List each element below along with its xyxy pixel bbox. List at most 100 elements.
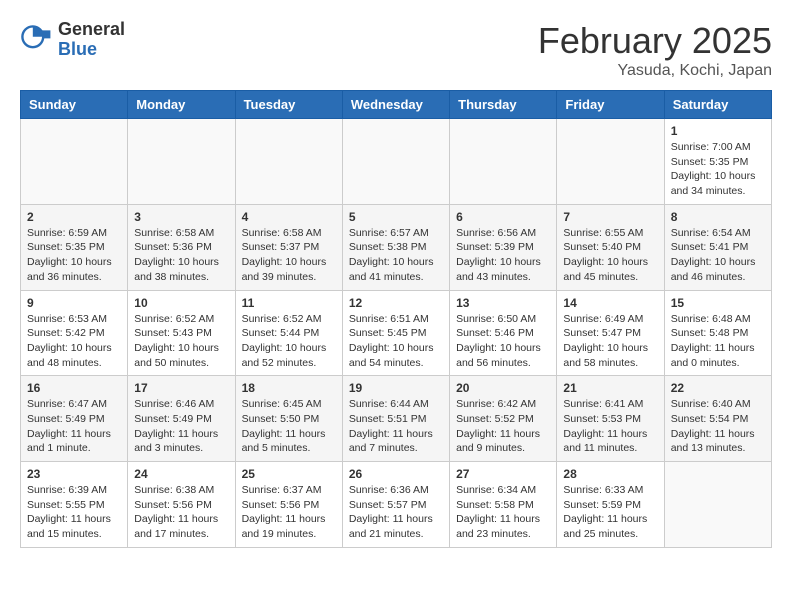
calendar-cell: 7Sunrise: 6:55 AM Sunset: 5:40 PM Daylig… xyxy=(557,204,664,290)
calendar-cell: 20 Sunrise: 6:42 AM Sunset: 5:52 PM Dayli… xyxy=(450,376,557,462)
calendar-cell: 1 Sunrise: 7:00 AM Sunset: 5:35 PM Daylig… xyxy=(664,119,771,205)
day-number: 15 xyxy=(671,296,765,310)
day-info: Sunrise: 6:55 AM Sunset: 5:40 PM Dayligh… xyxy=(563,226,657,285)
calendar-cell: 25Sunrise: 6:37 AM Sunset: 5:56 PM Dayli… xyxy=(235,462,342,548)
day-number: 11 xyxy=(242,296,336,310)
day-number: 19 xyxy=(349,381,443,395)
day-info: Sunrise: 6:53 AM Sunset: 5:42 PM Dayligh… xyxy=(27,312,121,371)
weekday-header-friday: Friday xyxy=(557,91,664,119)
calendar-cell: 3Sunrise: 6:58 AM Sunset: 5:36 PM Daylig… xyxy=(128,204,235,290)
calendar-week-row: 23Sunrise: 6:39 AM Sunset: 5:55 PM Dayli… xyxy=(21,462,772,548)
day-info: Sunrise: 6:58 AM Sunset: 5:37 PM Dayligh… xyxy=(242,226,336,285)
day-number: 16 xyxy=(27,381,121,395)
logo-icon xyxy=(20,24,52,56)
day-info: Sunrise: 6:52 AM Sunset: 5:43 PM Dayligh… xyxy=(134,312,228,371)
calendar-cell: 12Sunrise: 6:51 AM Sunset: 5:45 PM Dayli… xyxy=(342,290,449,376)
day-number: 4 xyxy=(242,210,336,224)
day-info: Sunrise: 6:44 AM Sunset: 5:51 PM Dayligh… xyxy=(349,397,443,456)
day-number: 9 xyxy=(27,296,121,310)
calendar-cell: 21Sunrise: 6:41 AM Sunset: 5:53 PM Dayli… xyxy=(557,376,664,462)
day-number: 28 xyxy=(563,467,657,481)
calendar-cell: 5Sunrise: 6:57 AM Sunset: 5:38 PM Daylig… xyxy=(342,204,449,290)
calendar-cell: 6 Sunrise: 6:56 AM Sunset: 5:39 PM Daylig… xyxy=(450,204,557,290)
day-number: 24 xyxy=(134,467,228,481)
day-number: 22 xyxy=(671,381,765,395)
day-number: 27 xyxy=(456,467,550,481)
day-number: 5 xyxy=(349,210,443,224)
day-info: Sunrise: 6:42 AM Sunset: 5:52 PM Dayligh… xyxy=(456,397,550,456)
weekday-header-thursday: Thursday xyxy=(450,91,557,119)
calendar-cell: 10 Sunrise: 6:52 AM Sunset: 5:43 PM Dayli… xyxy=(128,290,235,376)
weekday-header-monday: Monday xyxy=(128,91,235,119)
calendar-cell xyxy=(128,119,235,205)
calendar-cell xyxy=(664,462,771,548)
calendar-cell: 18 Sunrise: 6:45 AM Sunset: 5:50 PM Dayli… xyxy=(235,376,342,462)
day-info: Sunrise: 6:46 AM Sunset: 5:49 PM Dayligh… xyxy=(134,397,228,456)
day-info: Sunrise: 6:37 AM Sunset: 5:56 PM Dayligh… xyxy=(242,483,336,542)
day-info: Sunrise: 6:59 AM Sunset: 5:35 PM Dayligh… xyxy=(27,226,121,285)
calendar-cell: 15Sunrise: 6:48 AM Sunset: 5:48 PM Dayli… xyxy=(664,290,771,376)
calendar-cell: 2 Sunrise: 6:59 AM Sunset: 5:35 PM Daylig… xyxy=(21,204,128,290)
day-number: 13 xyxy=(456,296,550,310)
calendar-cell xyxy=(21,119,128,205)
day-number: 8 xyxy=(671,210,765,224)
day-number: 2 xyxy=(27,210,121,224)
day-number: 10 xyxy=(134,296,228,310)
calendar-cell: 28 Sunrise: 6:33 AM Sunset: 5:59 PM Dayli… xyxy=(557,462,664,548)
logo-general-label: General xyxy=(58,20,125,40)
calendar-cell: 4 Sunrise: 6:58 AM Sunset: 5:37 PM Daylig… xyxy=(235,204,342,290)
day-info: Sunrise: 6:50 AM Sunset: 5:46 PM Dayligh… xyxy=(456,312,550,371)
day-info: Sunrise: 7:00 AM Sunset: 5:35 PM Dayligh… xyxy=(671,140,765,199)
weekday-header-tuesday: Tuesday xyxy=(235,91,342,119)
day-info: Sunrise: 6:45 AM Sunset: 5:50 PM Dayligh… xyxy=(242,397,336,456)
logo: General Blue xyxy=(20,20,125,60)
calendar-cell: 16 Sunrise: 6:47 AM Sunset: 5:49 PM Dayli… xyxy=(21,376,128,462)
day-number: 14 xyxy=(563,296,657,310)
calendar-week-row: 2 Sunrise: 6:59 AM Sunset: 5:35 PM Daylig… xyxy=(21,204,772,290)
day-number: 18 xyxy=(242,381,336,395)
calendar-cell: 8Sunrise: 6:54 AM Sunset: 5:41 PM Daylig… xyxy=(664,204,771,290)
day-info: Sunrise: 6:33 AM Sunset: 5:59 PM Dayligh… xyxy=(563,483,657,542)
day-info: Sunrise: 6:52 AM Sunset: 5:44 PM Dayligh… xyxy=(242,312,336,371)
calendar-table: SundayMondayTuesdayWednesdayThursdayFrid… xyxy=(20,90,772,548)
page-header: General Blue February 2025 Yasuda, Kochi… xyxy=(20,20,772,80)
calendar-cell: 14 Sunrise: 6:49 AM Sunset: 5:47 PM Dayli… xyxy=(557,290,664,376)
weekday-header-row: SundayMondayTuesdayWednesdayThursdayFrid… xyxy=(21,91,772,119)
day-info: Sunrise: 6:56 AM Sunset: 5:39 PM Dayligh… xyxy=(456,226,550,285)
title-block: February 2025 Yasuda, Kochi, Japan xyxy=(538,20,772,80)
calendar-cell: 17 Sunrise: 6:46 AM Sunset: 5:49 PM Dayli… xyxy=(128,376,235,462)
logo-blue-label: Blue xyxy=(58,40,125,60)
calendar-cell xyxy=(450,119,557,205)
calendar-subtitle: Yasuda, Kochi, Japan xyxy=(538,62,772,80)
calendar-cell: 24 Sunrise: 6:38 AM Sunset: 5:56 PM Dayli… xyxy=(128,462,235,548)
day-info: Sunrise: 6:40 AM Sunset: 5:54 PM Dayligh… xyxy=(671,397,765,456)
calendar-cell xyxy=(235,119,342,205)
day-info: Sunrise: 6:47 AM Sunset: 5:49 PM Dayligh… xyxy=(27,397,121,456)
calendar-cell: 11 Sunrise: 6:52 AM Sunset: 5:44 PM Dayli… xyxy=(235,290,342,376)
calendar-cell: 9 Sunrise: 6:53 AM Sunset: 5:42 PM Daylig… xyxy=(21,290,128,376)
calendar-title: February 2025 xyxy=(538,20,772,62)
day-number: 12 xyxy=(349,296,443,310)
day-info: Sunrise: 6:49 AM Sunset: 5:47 PM Dayligh… xyxy=(563,312,657,371)
day-number: 21 xyxy=(563,381,657,395)
calendar-week-row: 1 Sunrise: 7:00 AM Sunset: 5:35 PM Daylig… xyxy=(21,119,772,205)
calendar-cell: 26Sunrise: 6:36 AM Sunset: 5:57 PM Dayli… xyxy=(342,462,449,548)
calendar-cell: 27 Sunrise: 6:34 AM Sunset: 5:58 PM Dayli… xyxy=(450,462,557,548)
weekday-header-wednesday: Wednesday xyxy=(342,91,449,119)
day-info: Sunrise: 6:38 AM Sunset: 5:56 PM Dayligh… xyxy=(134,483,228,542)
calendar-cell xyxy=(557,119,664,205)
calendar-cell: 19 Sunrise: 6:44 AM Sunset: 5:51 PM Dayli… xyxy=(342,376,449,462)
weekday-header-saturday: Saturday xyxy=(664,91,771,119)
day-info: Sunrise: 6:34 AM Sunset: 5:58 PM Dayligh… xyxy=(456,483,550,542)
calendar-cell xyxy=(342,119,449,205)
day-number: 1 xyxy=(671,124,765,138)
day-number: 6 xyxy=(456,210,550,224)
calendar-week-row: 16 Sunrise: 6:47 AM Sunset: 5:49 PM Dayli… xyxy=(21,376,772,462)
day-number: 20 xyxy=(456,381,550,395)
day-number: 26 xyxy=(349,467,443,481)
day-number: 17 xyxy=(134,381,228,395)
day-number: 23 xyxy=(27,467,121,481)
day-info: Sunrise: 6:58 AM Sunset: 5:36 PM Dayligh… xyxy=(134,226,228,285)
calendar-cell: 22 Sunrise: 6:40 AM Sunset: 5:54 PM Dayli… xyxy=(664,376,771,462)
calendar-cell: 23Sunrise: 6:39 AM Sunset: 5:55 PM Dayli… xyxy=(21,462,128,548)
